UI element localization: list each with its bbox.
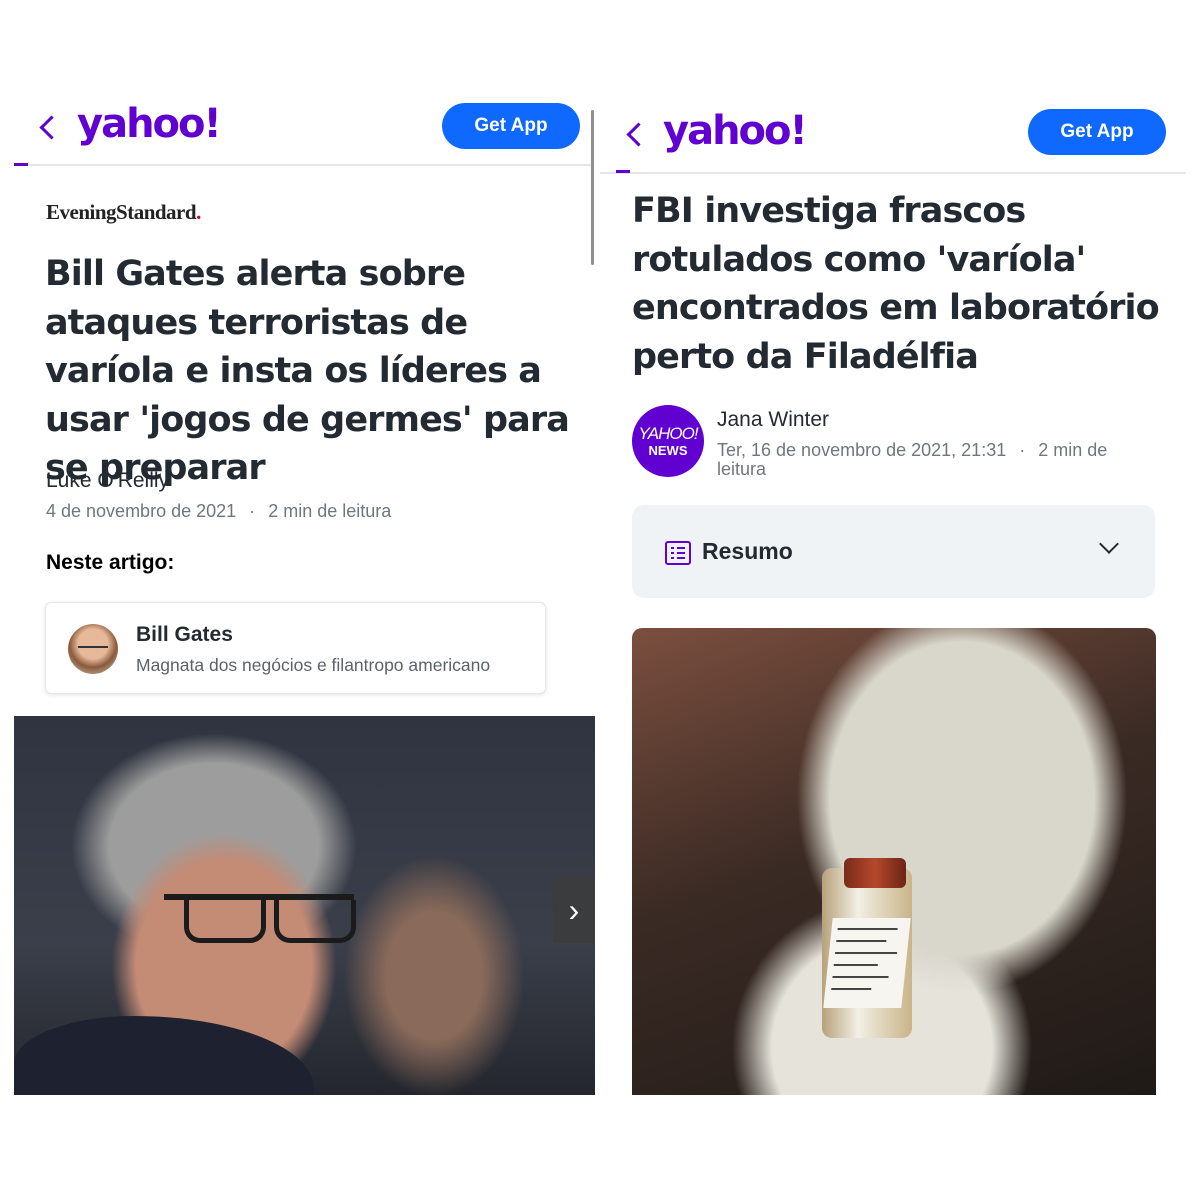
back-chevron-icon[interactable] xyxy=(626,122,651,147)
summary-accordion[interactable]: Resumo xyxy=(632,505,1155,598)
meta-separator: · xyxy=(249,501,256,521)
header-divider xyxy=(600,172,1186,174)
article-hero-image[interactable] xyxy=(14,716,595,1095)
avatar-line-1: YAHOO! xyxy=(638,424,698,443)
article-read-time: 2 min de leitura xyxy=(268,501,392,521)
left-article-screenshot: yahoo! Get App EveningStandard. Bill Gat… xyxy=(0,0,600,1200)
photo-vial-label-shape xyxy=(823,918,911,1008)
avatar-line-2: NEWS xyxy=(648,443,688,458)
header-divider xyxy=(14,164,594,166)
publisher-logo[interactable]: EveningStandard. xyxy=(46,200,201,225)
get-app-button[interactable]: Get App xyxy=(442,103,580,149)
header-progress-indicator xyxy=(616,170,630,173)
article-meta: Ter, 16 de novembro de 2021, 21:31 · 2 m… xyxy=(717,441,1137,479)
photo-suit-shape xyxy=(14,1016,314,1095)
yahoo-logo[interactable]: yahoo! xyxy=(663,111,808,151)
carousel-next-button[interactable]: › xyxy=(553,877,595,943)
summary-label: Resumo xyxy=(702,538,793,564)
article-datetime: Ter, 16 de novembro de 2021, 21:31 xyxy=(717,440,1007,460)
publisher-name: EveningStandard xyxy=(46,200,197,224)
publisher-dot: . xyxy=(196,200,201,224)
entity-card[interactable]: Bill Gates Magnata dos negócios e filant… xyxy=(45,602,546,694)
article-headline: Bill Gates alerta sobre ataques terroris… xyxy=(45,254,570,488)
back-chevron-icon[interactable] xyxy=(39,115,64,140)
scrollbar[interactable] xyxy=(591,110,594,265)
yahoo-news-avatar[interactable]: YAHOO! NEWS xyxy=(632,405,704,477)
meta-separator: · xyxy=(1019,440,1026,460)
article-meta: 4 de novembro de 2021 · 2 min de leitura xyxy=(46,501,391,522)
entity-avatar xyxy=(68,624,118,674)
article-hero-image[interactable] xyxy=(632,628,1156,1095)
article-headline: FBI investiga frascos rotulados como 'va… xyxy=(632,191,1160,377)
right-article-screenshot: yahoo! Get App FBI investiga frascos rot… xyxy=(600,0,1200,1200)
header-progress-indicator xyxy=(14,163,28,166)
chevron-down-icon[interactable] xyxy=(1099,534,1119,554)
entity-description: Magnata dos negócios e filantropo americ… xyxy=(136,655,491,675)
entity-name: Bill Gates xyxy=(136,623,233,646)
article-author[interactable]: Jana Winter xyxy=(717,408,829,432)
in-this-article-heading: Neste artigo: xyxy=(46,551,175,574)
photo-glasses-shape xyxy=(164,894,356,945)
photo-vial-cap-shape xyxy=(844,858,906,888)
yahoo-logo[interactable]: yahoo! xyxy=(77,104,222,144)
list-icon xyxy=(665,541,691,565)
article-author[interactable]: Luke O'Reilly xyxy=(46,469,169,493)
get-app-button[interactable]: Get App xyxy=(1028,109,1166,155)
article-date: 4 de novembro de 2021 xyxy=(46,501,237,521)
